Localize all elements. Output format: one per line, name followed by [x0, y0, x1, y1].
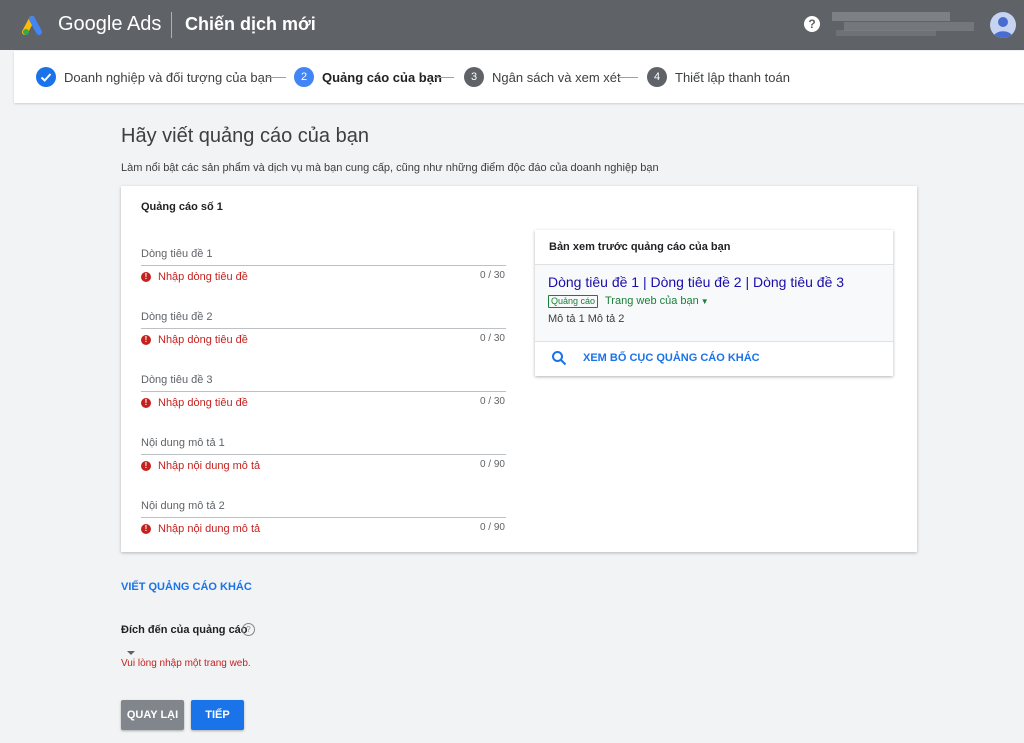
error-icon: ! — [141, 398, 151, 408]
headline-2-field[interactable]: Dòng tiêu đề 2 ! Nhập dòng tiêu đề 0 / 3… — [141, 311, 506, 359]
preview-divider — [535, 341, 893, 342]
char-counter: 0 / 30 — [479, 333, 505, 344]
field-error: Nhập dòng tiêu đề — [158, 397, 248, 409]
field-label: Dòng tiêu đề 2 — [141, 311, 213, 323]
section-heading: Hãy viết quảng cáo của bạn — [121, 125, 369, 147]
preview-url: Trang web của bạn ▼ — [605, 295, 709, 307]
error-icon: ! — [141, 335, 151, 345]
header-divider — [171, 12, 172, 38]
destination-error: Vui lòng nhập một trang web. — [121, 658, 251, 669]
preview-title: Bản xem trước quảng cáo của bạn — [549, 241, 731, 253]
next-button[interactable]: TIẾP — [191, 700, 244, 730]
char-counter: 0 / 90 — [479, 522, 505, 533]
section-subheading: Làm nổi bật các sản phẩm và dịch vụ mà b… — [121, 162, 659, 174]
field-label: Dòng tiêu đề 1 — [141, 248, 213, 260]
step-connector — [434, 77, 454, 78]
back-button[interactable]: QUAY LẠI — [121, 700, 184, 730]
check-icon — [36, 67, 56, 87]
step-number: 4 — [647, 67, 667, 87]
google-ads-logo-icon[interactable] — [22, 13, 46, 35]
field-label: Nội dung mô tả 1 — [141, 437, 225, 449]
headline-3-field[interactable]: Dòng tiêu đề 3 ! Nhập dòng tiêu đề 0 / 3… — [141, 374, 506, 422]
field-error: Nhập dòng tiêu đề — [158, 271, 248, 283]
ad-card: Quảng cáo số 1 Dòng tiêu đề 1 ! Nhập dòn… — [121, 186, 917, 552]
description-1-field[interactable]: Nội dung mô tả 1 ! Nhập nội dung mô tả 0… — [141, 437, 506, 485]
preview-ad: Dòng tiêu đề 1 | Dòng tiêu đề 2 | Dòng t… — [535, 265, 893, 341]
help-icon[interactable]: ? — [804, 16, 820, 32]
field-underline — [141, 265, 506, 266]
field-label: Dòng tiêu đề 3 — [141, 374, 213, 386]
field-error: Nhập nội dung mô tả — [158, 523, 261, 535]
ad-card-title: Quảng cáo số 1 — [141, 201, 223, 213]
step-connector — [266, 77, 286, 78]
page-title: Chiến dịch mới — [185, 14, 316, 34]
field-underline — [141, 328, 506, 329]
error-icon: ! — [141, 461, 151, 471]
view-other-layouts-link[interactable]: XEM BỐ CỤC QUẢNG CÁO KHÁC — [583, 352, 760, 364]
brand-name: Google Ads — [58, 13, 162, 35]
preview-description: Mô tả 1 Mô tả 2 — [548, 313, 625, 325]
field-label: Nội dung mô tả 2 — [141, 500, 225, 512]
step-connector — [618, 77, 638, 78]
step-number: 3 — [464, 67, 484, 87]
char-counter: 0 / 30 — [479, 396, 505, 407]
field-underline — [141, 391, 506, 392]
ad-badge: Quảng cáo — [548, 295, 599, 308]
char-counter: 0 / 30 — [479, 270, 505, 281]
top-bar: Google Ads Chiến dịch mới ? — [0, 0, 1024, 50]
step-label: Thiết lập thanh toán — [675, 70, 790, 85]
error-icon: ! — [141, 524, 151, 534]
write-another-ad-link[interactable]: VIẾT QUẢNG CÁO KHÁC — [121, 581, 252, 593]
caret-down-icon: ▼ — [700, 297, 709, 306]
step-label: Quảng cáo của bạn — [322, 70, 442, 85]
field-underline — [141, 517, 506, 518]
char-counter: 0 / 90 — [479, 459, 505, 470]
step-label: Doanh nghiệp và đối tượng của bạn — [64, 70, 273, 85]
error-icon: ! — [141, 272, 151, 282]
preview-headline: Dòng tiêu đề 1 | Dòng tiêu đề 2 | Dòng t… — [548, 274, 845, 290]
headline-1-field[interactable]: Dòng tiêu đề 1 ! Nhập dòng tiêu đề 0 / 3… — [141, 248, 506, 296]
destination-label: Đích đến của quảng cáo — [121, 624, 248, 636]
search-icon — [552, 351, 567, 366]
step-label: Ngân sách và xem xét — [492, 70, 621, 85]
preview-url-text: Trang web của bạn — [605, 295, 699, 307]
avatar-icon[interactable] — [990, 12, 1016, 38]
campaign-stepper: Doanh nghiệp và đối tượng của bạn 2 Quản… — [14, 51, 1024, 103]
help-icon[interactable]: ? — [242, 623, 255, 636]
field-underline — [141, 454, 506, 455]
account-email-redacted — [832, 12, 974, 38]
destination-dropdown-icon[interactable] — [127, 651, 135, 655]
step-number: 2 — [294, 67, 314, 87]
field-error: Nhập dòng tiêu đề — [158, 334, 248, 346]
field-error: Nhập nội dung mô tả — [158, 460, 261, 472]
description-2-field[interactable]: Nội dung mô tả 2 ! Nhập nội dung mô tả 0… — [141, 500, 506, 548]
ad-preview-panel: Bản xem trước quảng cáo của bạn Dòng tiê… — [535, 230, 893, 376]
